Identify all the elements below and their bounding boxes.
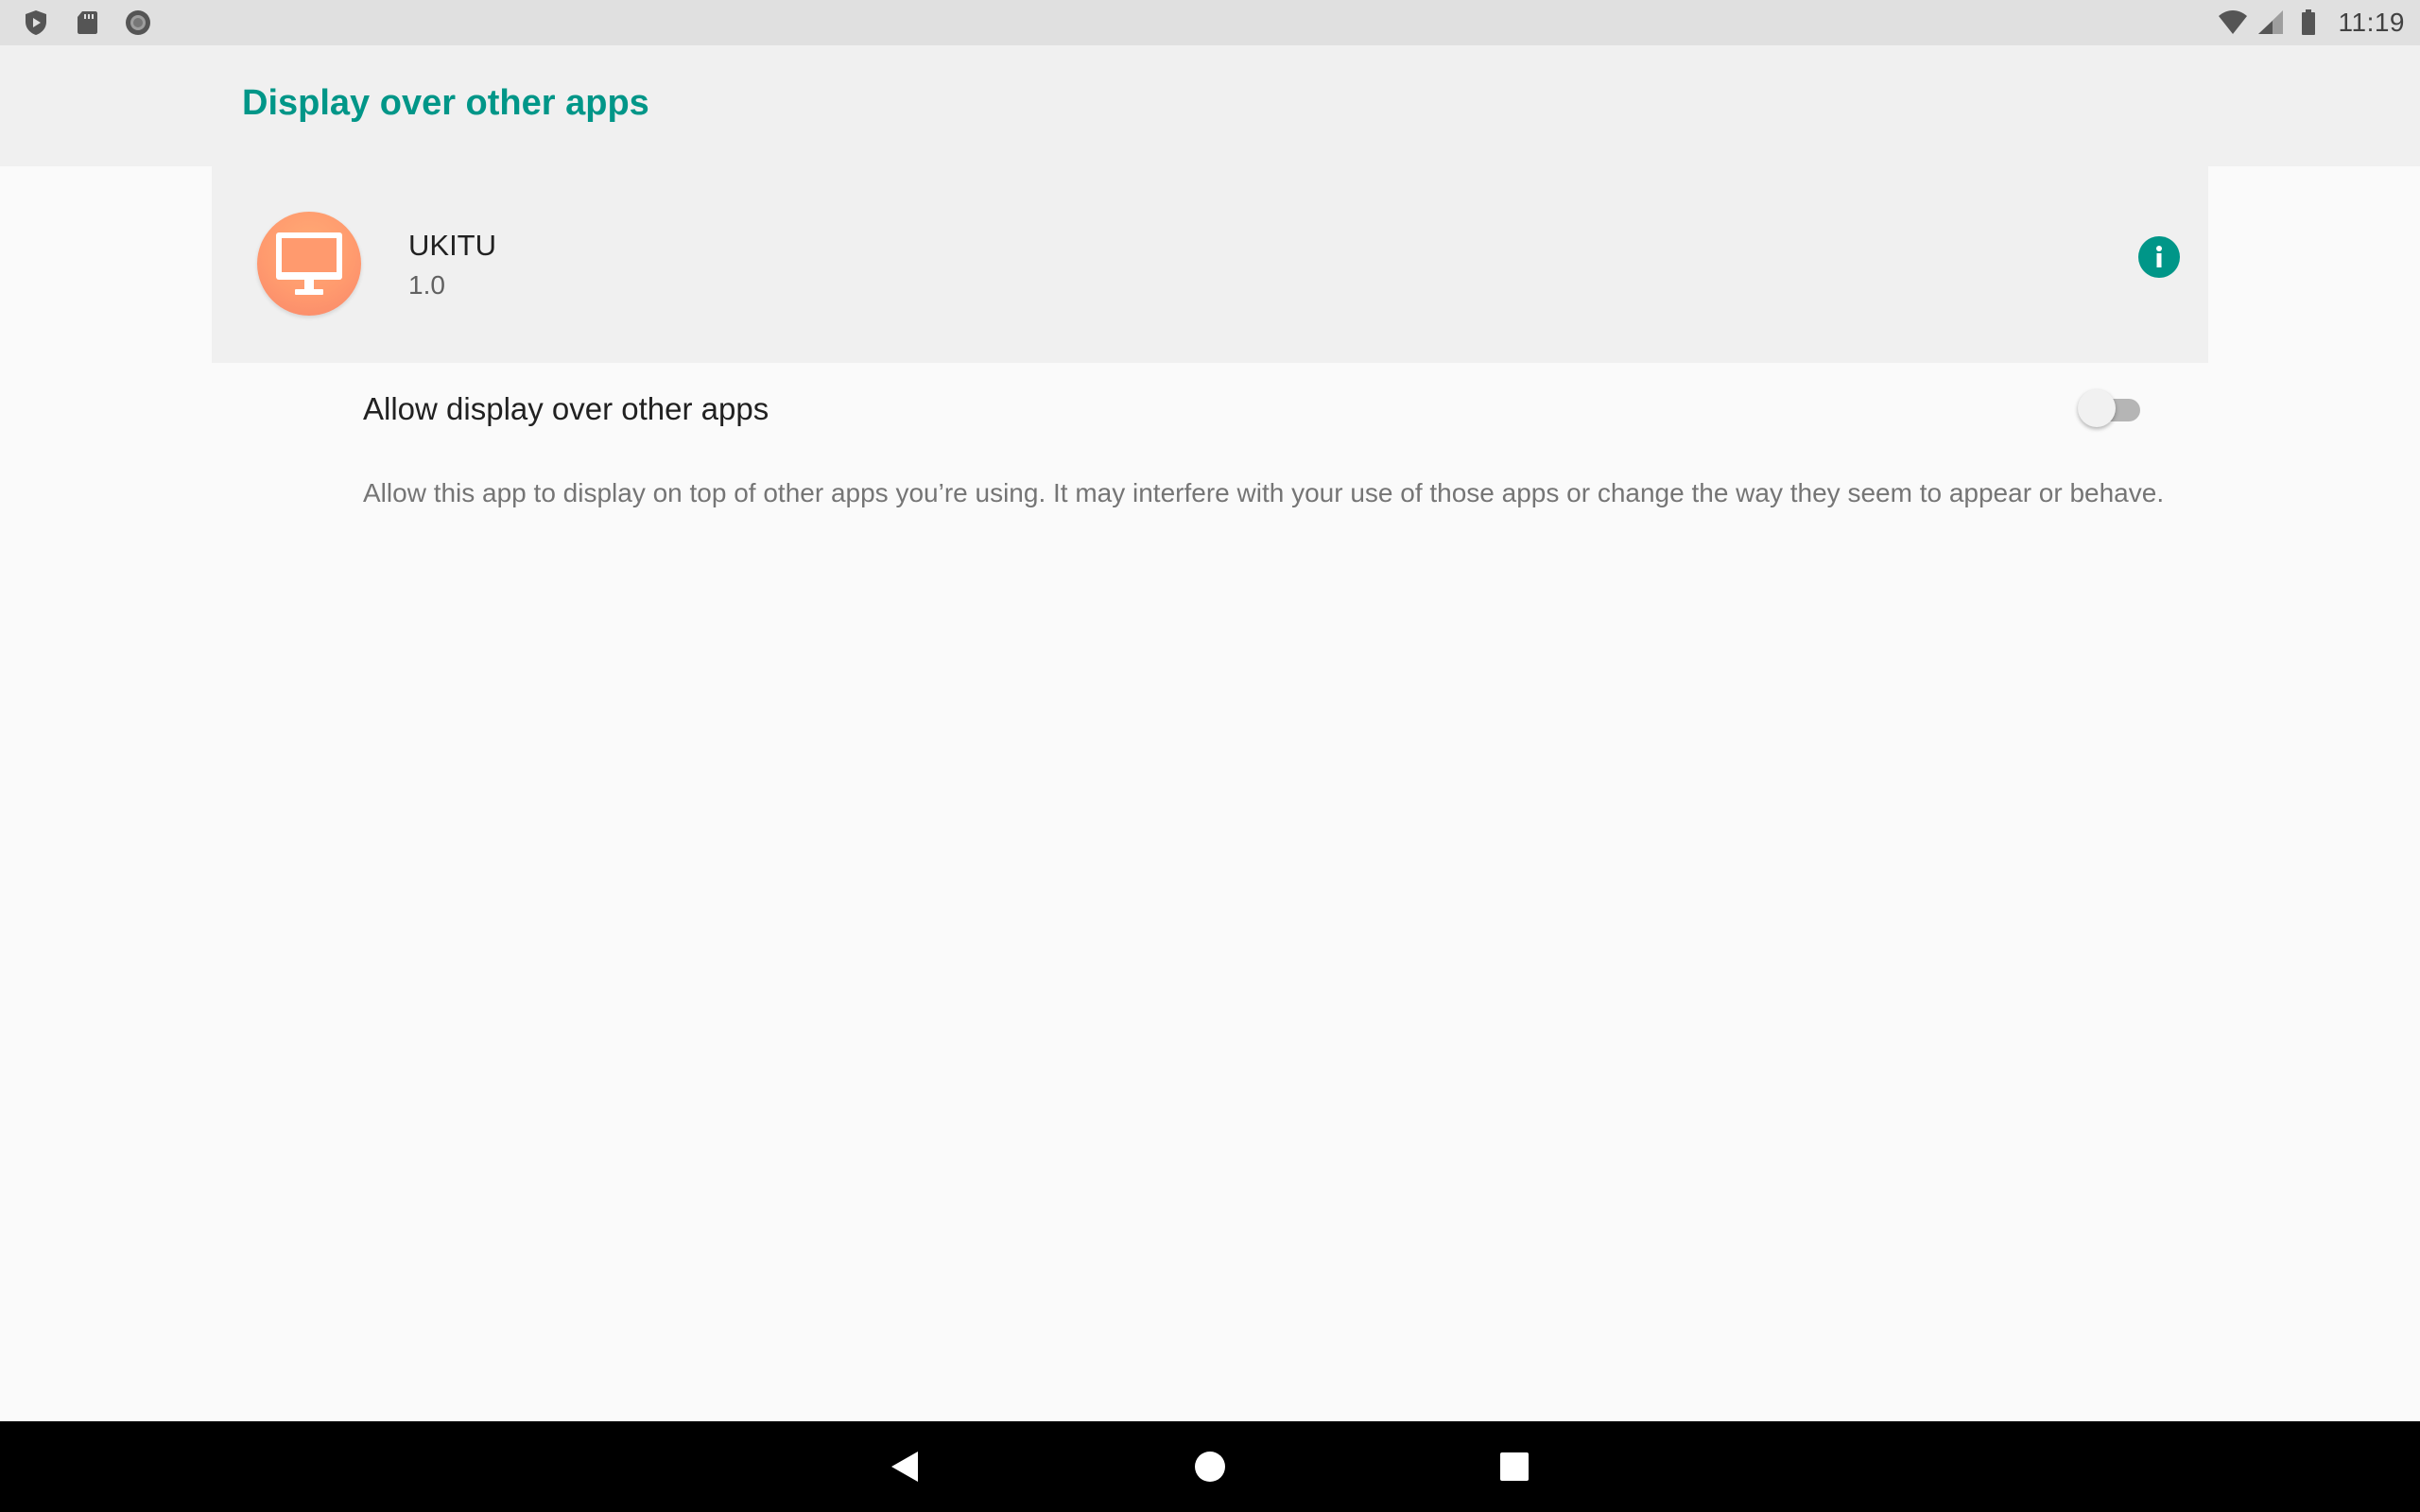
monitor-icon [276, 232, 342, 295]
switch-thumb [2078, 389, 2116, 427]
battery-icon [2301, 9, 2315, 35]
home-button[interactable] [1182, 1438, 1238, 1495]
shield-play-icon [26, 10, 46, 35]
allow-display-over-apps-row[interactable]: Allow display over other apps [212, 363, 2208, 454]
app-name: UKITU [408, 229, 496, 262]
app-entity-header: UKITU 1.0 [212, 166, 2208, 363]
info-icon [2156, 246, 2162, 267]
recents-button[interactable] [1486, 1438, 1543, 1495]
home-icon [1195, 1452, 1225, 1482]
recents-icon [1500, 1452, 1529, 1481]
app-version: 1.0 [408, 270, 445, 300]
back-icon [891, 1452, 918, 1482]
notification-icons [21, 6, 153, 40]
preference-title: Allow display over other apps [363, 391, 769, 426]
page-title: Display over other apps [242, 83, 649, 123]
navigation-bar [0, 1421, 2420, 1512]
record-icon [126, 10, 150, 35]
cell-signal-icon [2257, 10, 2283, 34]
back-button[interactable] [876, 1438, 933, 1495]
sd-card-icon [78, 11, 97, 34]
app-bar: Display over other apps [0, 45, 2420, 166]
clock: 11:19 [2338, 8, 2405, 37]
app-info-button[interactable] [2138, 236, 2180, 278]
allow-display-toggle[interactable] [2078, 387, 2146, 429]
app-icon [257, 212, 361, 316]
wifi-icon [2218, 10, 2247, 34]
status-bar: 11:19 [0, 0, 2420, 45]
preference-summary: Allow this app to display on top of othe… [363, 478, 2165, 507]
system-icons: 11:19 [2218, 6, 2406, 40]
